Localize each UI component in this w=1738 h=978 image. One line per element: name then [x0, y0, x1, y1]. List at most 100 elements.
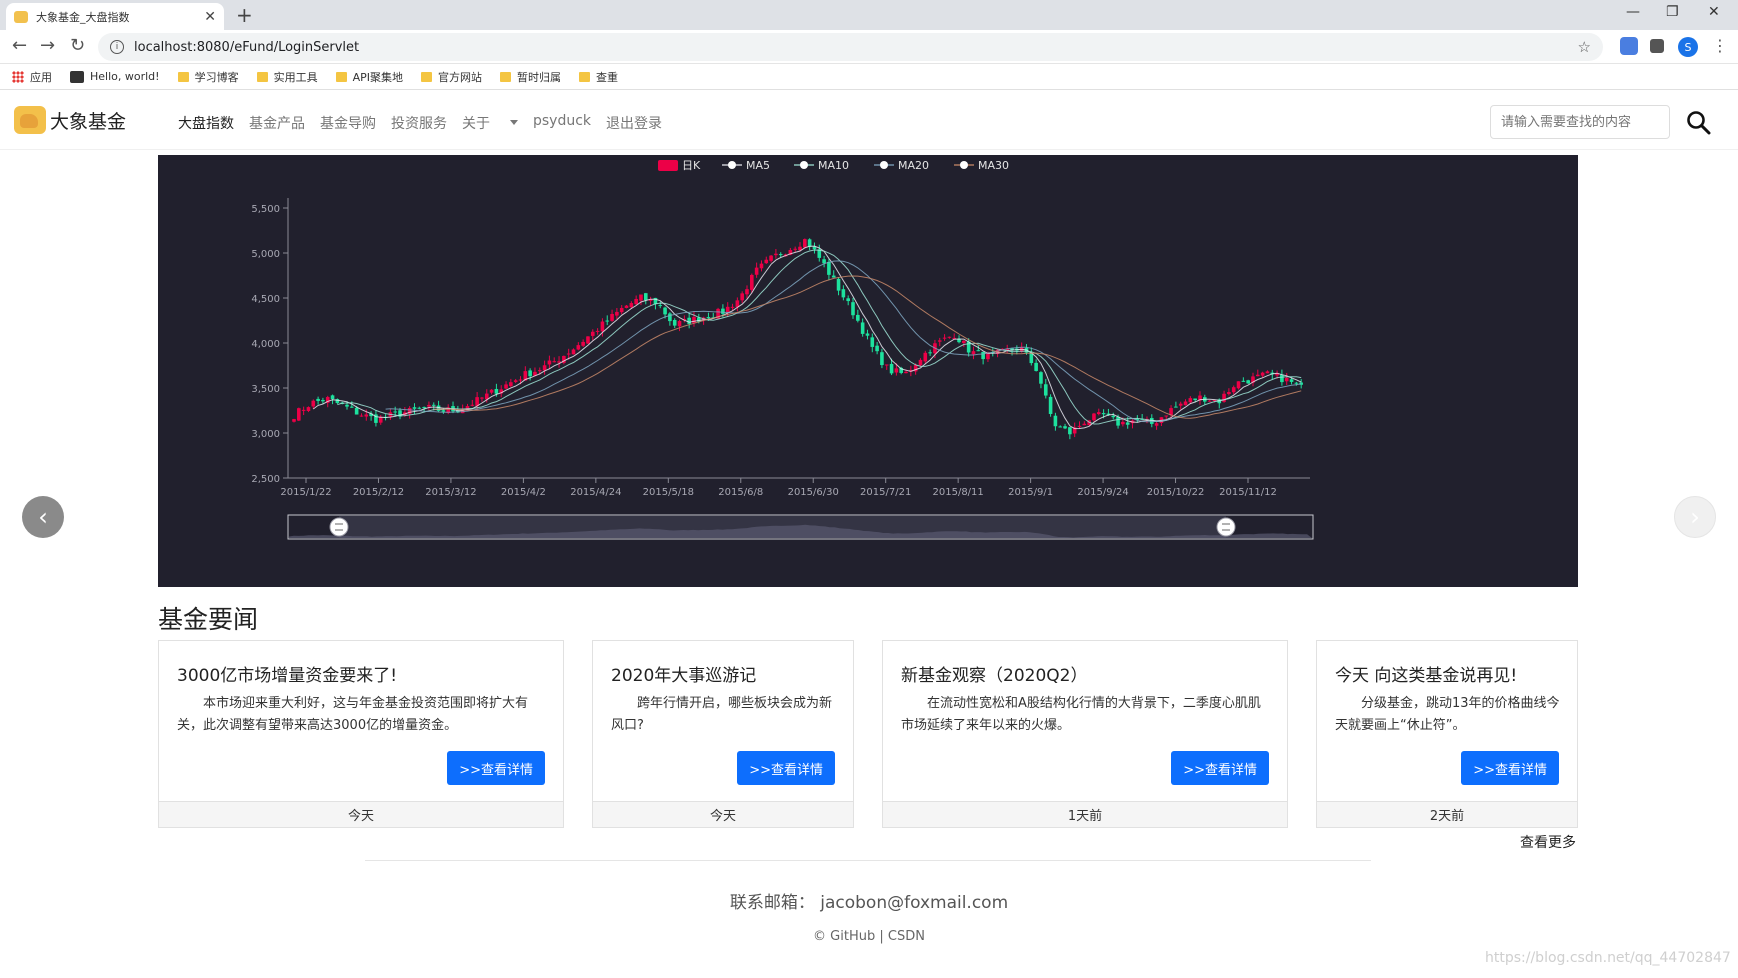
bookmark-hello-world[interactable]: Hello, world!	[70, 70, 160, 83]
candle-body	[971, 351, 976, 355]
candle-body	[590, 331, 595, 336]
x-tick-label: 2015/7/21	[860, 487, 911, 498]
candle-body	[1178, 403, 1183, 406]
bookmark-folder[interactable]: 学习博客	[177, 69, 239, 85]
site-info-icon[interactable]: i	[110, 40, 124, 54]
candle-body	[634, 298, 638, 305]
view-more-link[interactable]: 查看更多	[1520, 832, 1576, 852]
candle-body	[345, 404, 349, 407]
extensions-icon[interactable]	[1650, 39, 1664, 53]
y-tick-label: 5,000	[251, 249, 280, 260]
candle-body	[841, 289, 846, 298]
candle-body	[1039, 372, 1043, 384]
candle-body	[509, 382, 513, 387]
search-icon[interactable]	[1686, 110, 1712, 136]
bookmark-star-icon[interactable]: ☆	[1578, 38, 1591, 56]
x-tick-label: 2015/6/30	[788, 487, 839, 498]
candle-body	[1256, 374, 1260, 377]
zoom-handle-icon	[1216, 517, 1236, 537]
bookmark-apps[interactable]: 应用	[12, 69, 52, 85]
search-input[interactable]	[1490, 105, 1670, 139]
nav-item-logout[interactable]: 退出登录	[606, 113, 662, 133]
candle-body	[436, 405, 441, 411]
forward-icon[interactable]: →	[40, 35, 55, 56]
candle-body	[1207, 400, 1212, 402]
news-card-title[interactable]: 今天 向这类基金说再见!	[1335, 661, 1517, 686]
candle-body	[793, 248, 797, 250]
nav-item-username[interactable]: psyduck	[533, 113, 591, 133]
news-card: 2020年大事巡游记 跨年行情开启，哪些板块会成为新风口? >>查看详情 今天	[592, 640, 854, 828]
browser-tab-bar: 大象基金_大盘指数 ✕ + — ❐ ✕	[0, 0, 1738, 30]
y-tick-label: 3,000	[251, 429, 280, 440]
candle-body	[537, 370, 542, 372]
nav-item-market-index[interactable]: 大盘指数	[178, 113, 234, 133]
x-tick-label: 2015/5/18	[643, 487, 694, 498]
candle-body	[422, 407, 426, 409]
restore-icon[interactable]: ❐	[1666, 4, 1679, 20]
candle-body	[942, 337, 947, 339]
candle-body	[624, 305, 629, 308]
reload-icon[interactable]: ↻	[70, 35, 85, 56]
close-tab-icon[interactable]: ✕	[204, 9, 216, 25]
candle-body	[750, 274, 754, 290]
browser-menu-icon[interactable]: ⋮	[1712, 36, 1728, 55]
candle-body	[504, 384, 508, 389]
candle-body	[807, 239, 812, 247]
market-index-chart[interactable]: 日K MA5 MA10 MA20 MA30 2,500 3,000 3,500 4,000 4,5…	[158, 155, 1578, 587]
profile-avatar[interactable]: S	[1678, 37, 1698, 57]
news-card-time: 今天	[593, 801, 853, 827]
browser-tab[interactable]: 大象基金_大盘指数 ✕	[6, 3, 224, 30]
candle-body	[431, 404, 436, 406]
candle-body	[677, 321, 682, 327]
brand[interactable]: 大象基金	[14, 106, 126, 134]
address-bar[interactable]: i localhost:8080/eFund/LoginServlet ☆	[98, 33, 1603, 61]
news-card-body: 本市场迎来重大利好，这与年金基金投资范围即将扩大有关，此次调整有望带来高达300…	[177, 696, 529, 733]
nav-item-investment-services[interactable]: 投资服务	[391, 113, 447, 133]
copyright-links[interactable]: © GitHub | CSDN	[0, 929, 1738, 944]
news-card: 今天 向这类基金说再见! 分级基金，跳动13年的价格曲线今天就要画上“休止符”。…	[1316, 640, 1578, 828]
news-card-title[interactable]: 3000亿市场增量资金要来了!	[177, 661, 397, 686]
candle-body	[1154, 423, 1159, 426]
bookmark-folder[interactable]: API聚集地	[335, 69, 403, 85]
bookmark-folder[interactable]: 官方网站	[420, 69, 482, 85]
candle-body	[1183, 401, 1188, 406]
nav-item-fund-products[interactable]: 基金产品	[249, 113, 305, 133]
news-card-time: 今天	[159, 801, 563, 827]
view-details-button[interactable]: >>查看详情	[1461, 751, 1559, 785]
view-details-button[interactable]: >>查看详情	[447, 751, 545, 785]
candle-body	[306, 407, 311, 411]
translate-extension-icon[interactable]	[1620, 37, 1638, 55]
new-tab-button[interactable]: +	[236, 3, 253, 27]
candle-body	[480, 397, 484, 399]
bookmark-folder[interactable]: 暂时归属	[499, 69, 561, 85]
candle-body	[923, 352, 928, 362]
x-tick-label: 2015/6/8	[718, 487, 763, 498]
back-icon[interactable]: ←	[12, 35, 27, 56]
candle-body	[831, 275, 836, 278]
minimize-icon[interactable]: —	[1626, 4, 1640, 20]
favicon-icon	[14, 10, 28, 23]
site-icon	[70, 70, 84, 83]
close-window-icon[interactable]: ✕	[1708, 4, 1720, 20]
bookmark-folder[interactable]: 实用工具	[256, 69, 318, 85]
view-details-button[interactable]: >>查看详情	[737, 751, 835, 785]
tab-title: 大象基金_大盘指数	[36, 10, 130, 24]
candle-body	[822, 259, 826, 264]
candle-body	[427, 404, 431, 407]
news-card-title[interactable]: 2020年大事巡游记	[611, 661, 756, 686]
carousel-prev-button[interactable]: ‹	[22, 496, 64, 538]
ma30-line	[433, 275, 1302, 419]
candle-body	[937, 340, 942, 342]
nav-item-fund-guide[interactable]: 基金导购	[320, 113, 376, 133]
candle-body	[1164, 415, 1169, 417]
bookmark-folder[interactable]: 查重	[578, 69, 618, 85]
candle-body	[692, 316, 696, 324]
view-details-button[interactable]: >>查看详情	[1171, 751, 1269, 785]
contact-email-link[interactable]: jacobon@foxmail.com	[820, 893, 1008, 913]
candle-body	[836, 278, 841, 291]
carousel-next-button[interactable]: ›	[1674, 496, 1716, 538]
news-card-title[interactable]: 新基金观察（2020Q2）	[901, 661, 1087, 686]
nav-item-about[interactable]: 关于	[462, 113, 518, 133]
candle-body	[1236, 381, 1241, 389]
candle-body	[1260, 372, 1265, 376]
